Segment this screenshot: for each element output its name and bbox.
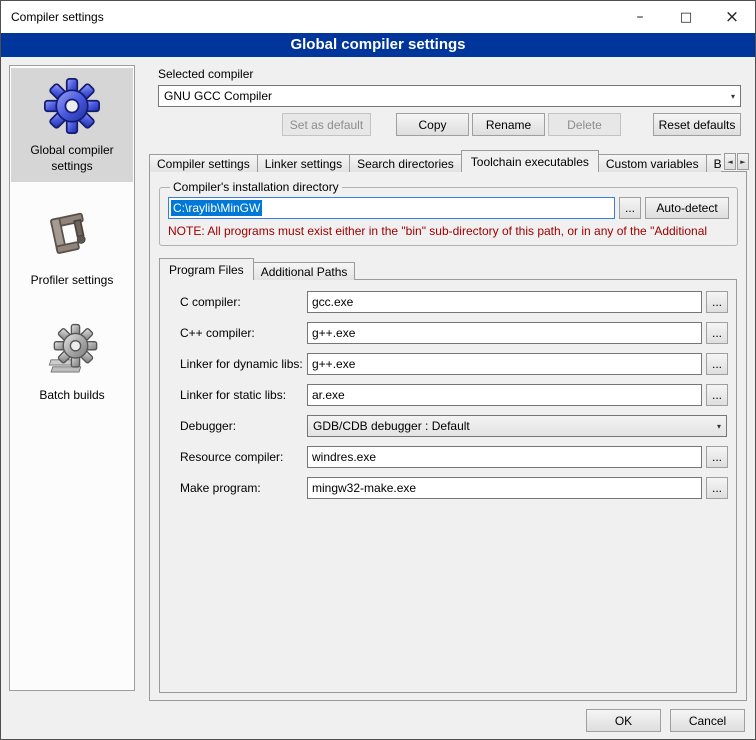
program-files-tab-strip: Program Files Additional Paths — [159, 258, 719, 280]
resource-compiler-input[interactable] — [307, 446, 702, 468]
delete-button: Delete — [548, 113, 621, 136]
browse-button[interactable]: ... — [706, 353, 728, 375]
rename-button[interactable]: Rename — [472, 113, 545, 136]
tab-build-options[interactable]: Build options — [706, 154, 721, 172]
make-program-input[interactable] — [307, 477, 702, 499]
browse-button[interactable]: ... — [706, 291, 728, 313]
gear-icon — [44, 78, 100, 134]
maximize-button[interactable]: □ — [663, 1, 709, 33]
reset-defaults-button[interactable]: Reset defaults — [653, 113, 741, 136]
form-row-resource-compiler: Resource compiler: ... — [180, 446, 728, 468]
dynamic-libs-linker-input[interactable] — [307, 353, 702, 375]
field-label: C compiler: — [180, 291, 241, 313]
minimize-button[interactable]: – — [617, 1, 663, 33]
field-label: Resource compiler: — [180, 446, 283, 468]
copy-button[interactable]: Copy — [396, 113, 469, 136]
form-row-cpp-compiler: C++ compiler: ... — [180, 322, 728, 344]
sidebar-item-label: Batch builds — [39, 388, 104, 404]
tab-compiler-settings[interactable]: Compiler settings — [149, 154, 258, 172]
c-compiler-input[interactable] — [307, 291, 702, 313]
compiler-select-value: GNU GCC Compiler — [164, 89, 272, 103]
field-label: Linker for static libs: — [180, 384, 286, 406]
chevron-down-icon: ▾ — [717, 422, 721, 431]
sidebar-item-label: Profiler settings — [31, 273, 114, 289]
titlebar: Compiler settings – □ × — [1, 1, 755, 33]
cancel-button[interactable]: Cancel — [670, 709, 745, 732]
profiler-icon — [44, 208, 100, 264]
tab-additional-paths[interactable]: Additional Paths — [253, 262, 356, 280]
bin-subdirectory-note: NOTE: All programs must exist either in … — [168, 224, 729, 238]
debugger-select-value: GDB/CDB debugger : Default — [313, 419, 470, 433]
window-title: Compiler settings — [11, 10, 104, 24]
selected-path-text: C:\raylib\MinGW — [171, 200, 262, 216]
cpp-compiler-input[interactable] — [307, 322, 702, 344]
browse-directory-button[interactable]: ... — [619, 197, 641, 219]
field-label: Linker for dynamic libs: — [180, 353, 303, 375]
sidebar-item-global-compiler-settings[interactable]: Global compiler settings — [11, 68, 133, 182]
installation-directory-input[interactable]: C:\raylib\MinGW — [168, 197, 615, 219]
tab-scroll-arrows: ◄ ► — [723, 153, 749, 170]
sidebar-item-label: Global compiler settings — [13, 143, 131, 174]
close-button[interactable]: × — [709, 1, 755, 33]
browse-button[interactable]: ... — [706, 477, 728, 499]
field-label: Make program: — [180, 477, 261, 499]
settings-tab-strip: Compiler settings Linker settings Search… — [149, 150, 721, 172]
browse-button[interactable]: ... — [706, 446, 728, 468]
form-row-make-program: Make program: ... — [180, 477, 728, 499]
static-libs-linker-input[interactable] — [307, 384, 702, 406]
form-row-c-compiler: C compiler: ... — [180, 291, 728, 313]
tab-custom-variables[interactable]: Custom variables — [598, 154, 707, 172]
tab-program-files[interactable]: Program Files — [159, 258, 254, 280]
tab-search-directories[interactable]: Search directories — [349, 154, 462, 172]
selected-compiler-label: Selected compiler — [158, 67, 253, 81]
scroll-right-icon[interactable]: ► — [737, 153, 749, 170]
chevron-down-icon: ▾ — [731, 92, 735, 101]
installation-directory-row: C:\raylib\MinGW ... Auto-detect — [168, 197, 729, 219]
ok-button[interactable]: OK — [586, 709, 661, 732]
set-as-default-button: Set as default — [282, 113, 371, 136]
browse-button[interactable]: ... — [706, 322, 728, 344]
program-files-panel: C compiler: ... C++ compiler: ... Linker… — [159, 279, 737, 693]
batch-builds-icon — [44, 323, 100, 379]
tab-toolchain-executables[interactable]: Toolchain executables — [461, 150, 599, 172]
window-controls: – □ × — [617, 1, 755, 33]
scroll-left-icon[interactable]: ◄ — [724, 153, 736, 170]
field-label: Debugger: — [180, 415, 236, 437]
browse-button[interactable]: ... — [706, 384, 728, 406]
sidebar-item-profiler-settings[interactable]: Profiler settings — [11, 198, 133, 297]
field-label: C++ compiler: — [180, 322, 255, 344]
auto-detect-button[interactable]: Auto-detect — [645, 197, 729, 219]
installation-directory-legend: Compiler's installation directory — [170, 180, 342, 194]
page-title: Global compiler settings — [1, 33, 755, 57]
settings-category-list: Global compiler settings Profiler settin… — [9, 65, 135, 691]
form-row-debugger: Debugger: GDB/CDB debugger : Default ▾ — [180, 415, 728, 437]
compiler-select[interactable]: GNU GCC Compiler ▾ — [158, 85, 741, 107]
compiler-settings-window: Compiler settings – □ × Global compiler … — [0, 0, 756, 740]
debugger-select[interactable]: GDB/CDB debugger : Default ▾ — [307, 415, 727, 437]
form-row-dynamic-linker: Linker for dynamic libs: ... — [180, 353, 728, 375]
form-row-static-linker: Linker for static libs: ... — [180, 384, 728, 406]
sidebar-item-batch-builds[interactable]: Batch builds — [11, 313, 133, 412]
tab-linker-settings[interactable]: Linker settings — [257, 154, 350, 172]
installation-directory-group: Compiler's installation directory C:\ray… — [159, 180, 738, 246]
